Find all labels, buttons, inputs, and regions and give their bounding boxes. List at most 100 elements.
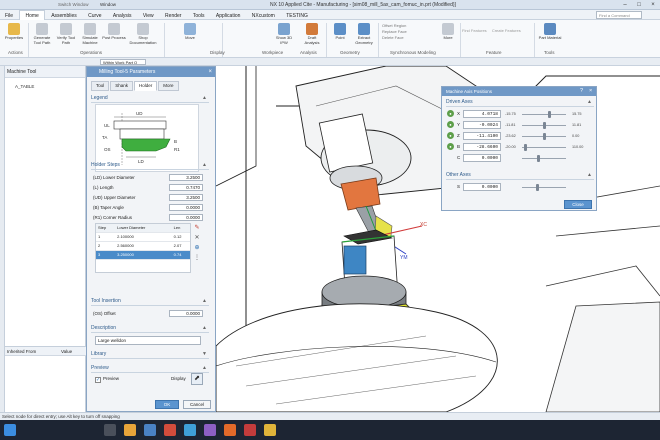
verify-tool-path-button[interactable]: Verify Tool Path [54,23,78,45]
axis-c-slider[interactable] [522,158,566,159]
table-row[interactable]: 2 2.560000 2.07 [96,241,190,251]
edit-step-icon[interactable]: ⊕ [193,244,201,252]
axis-z-slider-thumb[interactable] [543,133,547,140]
table-row-selected[interactable]: 3 3.250000 0.74 [96,250,190,260]
axis-x-slider-thumb[interactable] [548,111,552,118]
simulate-machine-button[interactable]: Simulate Machine [78,23,102,45]
close-icon[interactable]: × [589,87,592,96]
app-icon[interactable] [244,424,256,436]
add-step-icon[interactable]: ✎ [193,224,201,232]
upper-diameter-field[interactable]: 3.2500 [169,194,203,201]
switch-window-button[interactable]: Switch Window [58,2,89,7]
post-process-button[interactable]: Post Process [102,23,126,41]
length-field[interactable]: 0.7470 [169,184,203,191]
delete-face-item[interactable]: Delete Face [382,35,407,41]
generate-tool-path-button[interactable]: Generate Tool Path [30,23,54,45]
axis-z-value[interactable]: -11.4100 [463,132,501,140]
close-icon[interactable]: × [646,0,660,10]
tree-item-a-table[interactable]: A_TABLE [5,82,86,91]
draft-analysis-button[interactable]: Draft Analysis [300,23,324,45]
dialog-tabs: Tool Shank Holder More [91,81,213,91]
app-icon[interactable] [224,424,236,436]
driven-axes-section-header[interactable]: Driven Axes ▲ [446,98,594,107]
delete-step-icon[interactable]: ✕ [193,234,201,242]
display-icon[interactable]: ⬈ [191,373,203,385]
app-icon[interactable] [204,424,216,436]
taper-angle-field[interactable]: 0.0000 [169,204,203,211]
task-view-icon[interactable] [104,424,116,436]
preview-checkbox-label: Preview [103,376,120,381]
tab-tool[interactable]: Tool [91,81,110,91]
folder-icon[interactable] [264,424,276,436]
axis-x-value[interactable]: 4.0718 [463,110,501,118]
library-section-header[interactable]: Library ▼ [91,350,209,359]
close-icon[interactable]: × [208,67,212,77]
tab-shank[interactable]: Shank [110,81,134,91]
axis-b-slider-thumb[interactable] [523,144,527,151]
properties-button[interactable]: Properties [2,23,26,41]
start-icon[interactable] [4,424,16,436]
explorer-icon[interactable] [144,424,156,436]
details-header: Inherited From Value [5,347,86,356]
selection-scope-dropdown[interactable]: Within Work Part O [100,59,146,65]
extract-geometry-button[interactable]: Extract Geometry [352,23,376,45]
nx-icon[interactable] [184,424,196,436]
maximize-icon[interactable]: □ [632,0,646,10]
tab-more[interactable]: More [158,81,179,91]
cancel-button[interactable]: Cancel [183,400,211,409]
axis-s-slider-thumb[interactable] [535,184,539,191]
axis-s-slider[interactable] [522,187,566,188]
axis-row-z: ● Z -11.4100 -23.62 0.00 [446,131,596,141]
find-command-input[interactable]: Find a Command [596,11,642,19]
point-button[interactable]: Point [328,23,352,41]
legend-section-header[interactable]: Legend ▲ [91,94,209,103]
axis-lock-icon[interactable]: ● [447,110,454,117]
shop-documentation-button[interactable]: Shop Documentation [126,23,160,45]
axis-b-slider[interactable] [522,147,566,148]
tool-insertion-section-header[interactable]: Tool Insertion ▲ [91,297,209,306]
other-axes-section-header[interactable]: Other Axes ▲ [446,171,594,180]
browser-icon[interactable] [124,424,136,436]
axis-lock-icon[interactable]: ● [447,121,454,128]
axis-x-slider[interactable] [522,114,566,115]
axis-c-slider-thumb[interactable] [537,155,541,162]
app-icon[interactable] [164,424,176,436]
axis-s-value[interactable]: 0.0000 [463,183,501,191]
lower-diameter-field[interactable]: 3.2500 [169,174,203,181]
dialog-title: Milling Tool-5 Parameters [99,69,156,75]
more-button[interactable]: More [436,23,460,41]
axis-lock-icon[interactable]: ● [447,132,454,139]
preview-checkbox[interactable]: ✓ [95,377,101,383]
map-title-bar[interactable]: Machine Axis Positions ? × [442,87,596,96]
axis-y-value[interactable]: -0.0024 [463,121,501,129]
description-field[interactable]: Large welldon [95,336,201,345]
axis-y-slider-thumb[interactable] [542,122,546,129]
offset-field[interactable]: 0.0000 [169,310,203,317]
ok-button[interactable]: OK [155,400,179,409]
find-features-item[interactable]: Find Features [462,28,487,33]
legend-label-ud: UD [136,111,143,116]
ribbon-separator [534,23,535,57]
taper-angle-row: (B) Taper Angle 0.0000 [93,203,209,212]
selection-bar: Within Work Part O [0,58,660,66]
corner-radius-field[interactable]: 0.0000 [169,214,203,221]
sync-modeling-items: Offset Region Replace Face Delete Face [382,23,407,41]
tab-holder[interactable]: Holder [134,81,158,91]
more-options-icon[interactable]: ⋮ [193,254,201,262]
help-icon[interactable]: ? [580,87,583,96]
show-3d-ipw-button[interactable]: Show 3D IPW [272,23,296,45]
axis-b-value[interactable]: -28.6600 [463,143,501,151]
table-row[interactable]: 1 2.100000 0.12 [96,232,190,242]
dialog-title-bar[interactable]: Milling Tool-5 Parameters × [87,67,215,77]
axis-c-value[interactable]: 0.0000 [463,154,501,162]
preview-section-header[interactable]: Preview ▲ [91,364,209,373]
create-features-item[interactable]: Create Features [492,28,521,33]
holder-steps-section-header[interactable]: Holder Steps ▲ [91,161,209,170]
close-button[interactable]: Close [564,200,592,209]
move-button[interactable]: Move [178,23,202,41]
window-menu[interactable]: Window [100,2,116,7]
axis-lock-icon[interactable]: ● [447,143,454,150]
minimize-icon[interactable]: – [618,0,632,10]
description-section-header[interactable]: Description ▲ [91,324,209,333]
part-material-button[interactable]: Part Material [538,23,562,41]
